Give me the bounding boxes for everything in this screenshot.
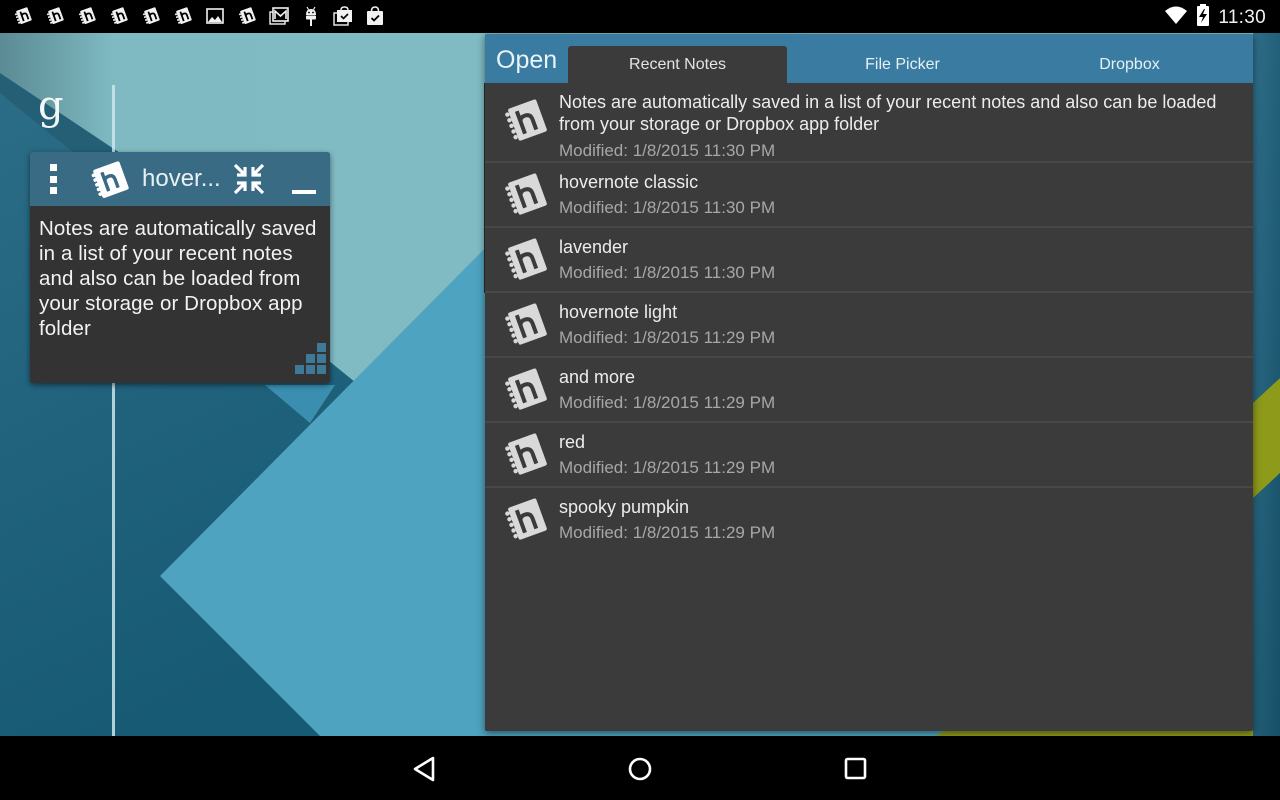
note-window-header[interactable]: hover... [30, 152, 330, 206]
play-store-update-icon [332, 6, 354, 26]
note-modified-date: Modified: 1/8/2015 11:29 PM [559, 523, 776, 542]
note-list-item[interactable]: lavender Modified: 1/8/2015 11:30 PM [485, 228, 1253, 293]
hovernote-file-icon [497, 431, 553, 481]
clock: 11:30 [1218, 6, 1266, 28]
note-content[interactable]: Notes are automatically saved in a list … [30, 206, 330, 341]
android-debug-icon [300, 6, 322, 26]
note-list-item[interactable]: hovernote classic Modified: 1/8/2015 11:3… [485, 163, 1253, 228]
status-indicators: 11:30 [1164, 4, 1266, 31]
notification-icons[interactable] [12, 6, 386, 26]
hovernote-file-icon [497, 366, 553, 416]
wifi-icon [1164, 5, 1188, 30]
note-name: and more [559, 367, 636, 387]
google-search-glyph[interactable]: g [38, 83, 64, 129]
open-note-dialog: Open Recent Notes File Picker Dropbox No… [485, 34, 1253, 731]
note-list-item[interactable]: and more Modified: 1/8/2015 11:29 PM [485, 358, 1253, 423]
collapse-arrows-icon[interactable] [232, 162, 266, 196]
hovernote-icon [44, 6, 66, 26]
note-list-item[interactable]: spooky pumpkin Modified: 1/8/2015 11:29 P… [485, 488, 1253, 553]
note-name: lavender [559, 237, 629, 257]
note-name: hovernote light [559, 302, 678, 322]
hovernote-icon [140, 6, 162, 26]
floating-note-window[interactable]: hover... Notes are automatically saved i… [30, 152, 330, 383]
recents-icon[interactable] [840, 753, 872, 785]
hovernote-logo-icon [87, 161, 133, 199]
note-modified-date: Modified: 1/8/2015 11:30 PM [559, 141, 776, 160]
dialog-header: Open Recent Notes File Picker Dropbox [485, 34, 1253, 83]
home-icon[interactable] [624, 753, 656, 785]
note-name: red [559, 432, 586, 452]
overflow-menu-icon[interactable] [46, 164, 60, 194]
note-list-item[interactable]: Notes are automatically saved in a list … [485, 83, 1253, 163]
battery-charging-icon [1196, 4, 1210, 31]
hovernote-file-icon [497, 97, 553, 147]
hovernote-icon [172, 6, 194, 26]
note-window-title: hover... [142, 165, 221, 192]
hovernote-file-icon [497, 301, 553, 351]
resize-grip-icon[interactable] [288, 341, 328, 381]
hovernote-icon [236, 6, 258, 26]
hovernote-icon [76, 6, 98, 26]
dialog-title: Open [496, 46, 558, 74]
hovernote-icon [12, 6, 34, 26]
recent-notes-list: Notes are automatically saved in a list … [485, 83, 1253, 553]
tab-dropbox[interactable]: Dropbox [1017, 46, 1242, 83]
note-list-item[interactable]: hovernote light Modified: 1/8/2015 11:29 … [485, 293, 1253, 358]
play-store-done-icon [364, 6, 386, 26]
note-name: spooky pumpkin [559, 497, 690, 517]
note-modified-date: Modified: 1/8/2015 11:29 PM [559, 458, 776, 477]
back-icon[interactable] [409, 753, 441, 785]
navigation-bar [0, 736, 1280, 800]
note-modified-date: Modified: 1/8/2015 11:30 PM [559, 263, 776, 282]
hovernote-file-icon [497, 171, 553, 221]
note-name: hovernote classic [559, 172, 699, 192]
note-name: Notes are automatically saved in a list … [559, 92, 1217, 134]
note-modified-date: Modified: 1/8/2015 11:29 PM [559, 393, 776, 412]
minimize-icon[interactable] [292, 190, 316, 194]
tab-recent-notes[interactable]: Recent Notes [568, 46, 787, 83]
hovernote-file-icon [497, 496, 553, 546]
tab-file-picker[interactable]: File Picker [790, 46, 1015, 83]
hovernote-icon [108, 6, 130, 26]
gallery-icon [204, 6, 226, 26]
hovernote-file-icon [497, 236, 553, 286]
note-modified-date: Modified: 1/8/2015 11:30 PM [559, 198, 776, 217]
gmail-icon [268, 6, 290, 26]
status-bar: 11:30 [0, 0, 1280, 33]
note-modified-date: Modified: 1/8/2015 11:29 PM [559, 328, 776, 347]
note-list-item[interactable]: red Modified: 1/8/2015 11:29 PM [485, 423, 1253, 488]
